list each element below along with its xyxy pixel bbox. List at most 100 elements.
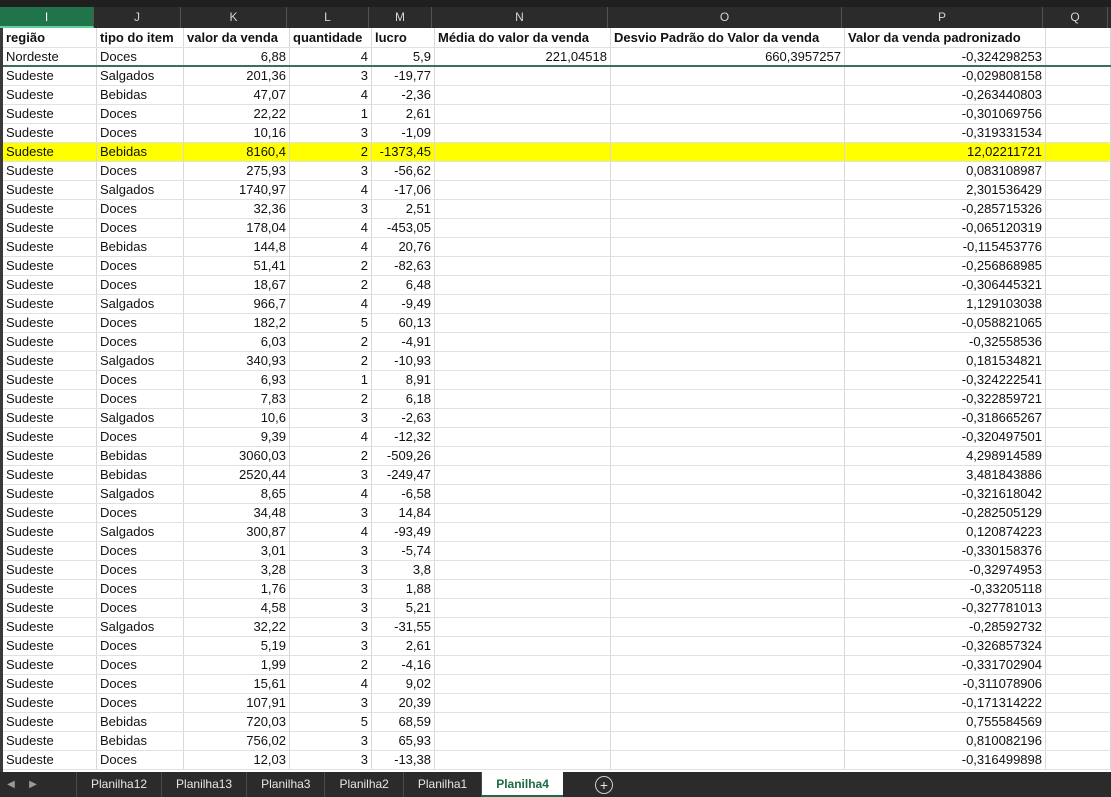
table-cell[interactable]: Doces <box>97 599 184 617</box>
table-cell[interactable]: Doces <box>97 542 184 560</box>
column-header-l[interactable]: L <box>287 7 369 28</box>
table-cell[interactable]: Sudeste <box>3 257 97 275</box>
table-cell[interactable]: Sudeste <box>3 523 97 541</box>
table-cell[interactable] <box>435 371 611 389</box>
table-cell[interactable]: Doces <box>97 257 184 275</box>
table-cell[interactable]: 4 <box>290 675 372 693</box>
table-cell[interactable] <box>611 713 845 731</box>
table-cell[interactable]: -0,316499898 <box>845 751 1046 769</box>
table-cell[interactable] <box>611 86 845 104</box>
table-cell[interactable]: 4 <box>290 238 372 256</box>
table-cell[interactable] <box>435 466 611 484</box>
table-cell[interactable]: 2 <box>290 447 372 465</box>
table-cell[interactable]: 1,76 <box>184 580 290 598</box>
table-cell[interactable]: Salgados <box>97 352 184 370</box>
table-cell[interactable] <box>611 694 845 712</box>
table-cell[interactable]: Doces <box>97 580 184 598</box>
table-cell[interactable]: Sudeste <box>3 618 97 636</box>
column-header-k[interactable]: K <box>181 7 287 28</box>
table-cell[interactable]: 1740,97 <box>184 181 290 199</box>
table-cell[interactable]: -9,49 <box>372 295 435 313</box>
table-cell[interactable]: 3 <box>290 732 372 750</box>
table-cell[interactable]: 6,03 <box>184 333 290 351</box>
table-cell[interactable] <box>435 428 611 446</box>
table-cell[interactable]: Sudeste <box>3 561 97 579</box>
table-cell[interactable]: 32,36 <box>184 200 290 218</box>
table-cell[interactable] <box>611 219 845 237</box>
table-cell[interactable]: Salgados <box>97 67 184 85</box>
table-cell[interactable]: -0,321618042 <box>845 485 1046 503</box>
table-cell[interactable]: 3 <box>290 694 372 712</box>
table-cell[interactable]: 10,6 <box>184 409 290 427</box>
table-cell[interactable] <box>1046 48 1111 65</box>
table-cell[interactable]: 178,04 <box>184 219 290 237</box>
table-cell[interactable]: Salgados <box>97 485 184 503</box>
table-cell[interactable]: Sudeste <box>3 675 97 693</box>
table-cell[interactable]: Sudeste <box>3 485 97 503</box>
table-cell[interactable]: 0,810082196 <box>845 732 1046 750</box>
table-cell[interactable] <box>611 751 845 769</box>
table-cell[interactable]: Sudeste <box>3 143 97 161</box>
table-cell[interactable] <box>435 618 611 636</box>
table-cell[interactable] <box>611 637 845 655</box>
table-cell[interactable]: Sudeste <box>3 333 97 351</box>
table-cell[interactable] <box>611 257 845 275</box>
table-cell[interactable]: Sudeste <box>3 390 97 408</box>
table-cell[interactable]: Doces <box>97 105 184 123</box>
table-cell[interactable] <box>611 105 845 123</box>
table-cell[interactable]: Sudeste <box>3 162 97 180</box>
table-cell[interactable]: Sudeste <box>3 219 97 237</box>
table-cell[interactable]: -0,256868985 <box>845 257 1046 275</box>
table-cell[interactable] <box>611 295 845 313</box>
header-cell[interactable]: Valor da venda padronizado <box>845 28 1046 47</box>
table-cell[interactable]: 1 <box>290 371 372 389</box>
header-cell[interactable]: Desvio Padrão do Valor da venda <box>611 28 845 47</box>
column-header-i[interactable]: I <box>0 7 94 28</box>
table-cell[interactable]: 3 <box>290 200 372 218</box>
table-cell[interactable] <box>611 504 845 522</box>
table-cell[interactable] <box>1046 276 1111 294</box>
table-cell[interactable]: 1 <box>290 105 372 123</box>
table-cell[interactable]: 0,120874223 <box>845 523 1046 541</box>
table-cell[interactable]: -509,26 <box>372 447 435 465</box>
table-cell[interactable] <box>435 352 611 370</box>
table-cell[interactable]: 3 <box>290 599 372 617</box>
table-cell[interactable] <box>611 618 845 636</box>
table-cell[interactable] <box>611 466 845 484</box>
table-cell[interactable] <box>1046 314 1111 332</box>
table-cell[interactable]: 8,91 <box>372 371 435 389</box>
sheet-tab-planilha4[interactable]: Planilha4 <box>481 772 563 797</box>
table-cell[interactable]: -1,09 <box>372 124 435 142</box>
table-cell[interactable]: 2,51 <box>372 200 435 218</box>
table-cell[interactable] <box>1046 599 1111 617</box>
table-cell[interactable]: -249,47 <box>372 466 435 484</box>
table-cell[interactable]: -0,115453776 <box>845 238 1046 256</box>
table-cell[interactable]: Sudeste <box>3 732 97 750</box>
header-cell[interactable]: Média do valor da venda <box>435 28 611 47</box>
table-cell[interactable]: Doces <box>97 428 184 446</box>
table-cell[interactable]: Sudeste <box>3 466 97 484</box>
table-cell[interactable]: Sudeste <box>3 314 97 332</box>
table-cell[interactable]: Salgados <box>97 409 184 427</box>
table-cell[interactable]: 4 <box>290 523 372 541</box>
table-cell[interactable] <box>435 732 611 750</box>
table-cell[interactable] <box>611 656 845 674</box>
table-cell[interactable]: 2 <box>290 390 372 408</box>
table-cell[interactable] <box>435 542 611 560</box>
table-cell[interactable]: 3 <box>290 162 372 180</box>
table-cell[interactable]: Sudeste <box>3 352 97 370</box>
table-cell[interactable] <box>611 561 845 579</box>
table-cell[interactable] <box>435 447 611 465</box>
table-cell[interactable]: -453,05 <box>372 219 435 237</box>
table-cell[interactable] <box>611 542 845 560</box>
table-cell[interactable]: -0,311078906 <box>845 675 1046 693</box>
table-cell[interactable]: Salgados <box>97 523 184 541</box>
table-cell[interactable]: Sudeste <box>3 447 97 465</box>
table-cell[interactable]: 3 <box>290 561 372 579</box>
table-cell[interactable]: -12,32 <box>372 428 435 446</box>
table-cell[interactable] <box>611 485 845 503</box>
table-cell[interactable]: Sudeste <box>3 124 97 142</box>
table-cell[interactable]: 3 <box>290 618 372 636</box>
table-cell[interactable]: Bebidas <box>97 466 184 484</box>
table-cell[interactable]: Doces <box>97 333 184 351</box>
